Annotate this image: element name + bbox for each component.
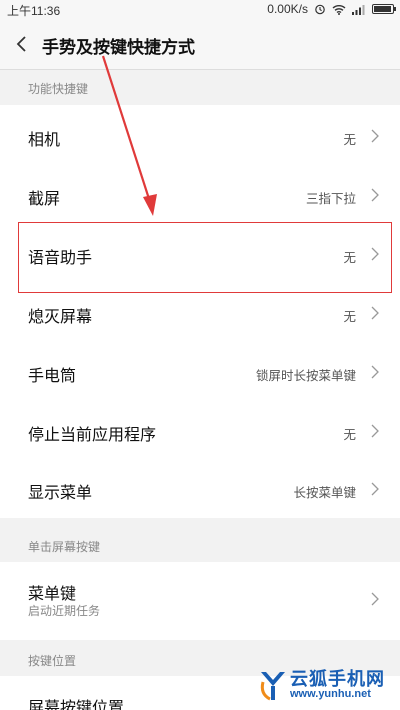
row-label: 停止当前应用程序	[28, 427, 157, 444]
status-time: 上午11:36	[7, 4, 61, 18]
setting-row-camera[interactable]: 相机 无	[0, 106, 400, 165]
page-title: 手势及按键快捷方式	[42, 38, 195, 57]
alarm-icon	[315, 4, 325, 15]
chevron-right-icon	[371, 306, 379, 320]
chevron-right-icon	[371, 424, 379, 438]
chevron-right-icon	[371, 129, 379, 143]
row-label: 相机	[28, 132, 61, 149]
row-label: 截屏	[28, 191, 61, 208]
setting-row-menu-key[interactable]: 菜单键 启动近期任务	[0, 566, 400, 634]
signal-icon	[352, 4, 365, 15]
watermark-url: www.yunhu.net	[290, 688, 371, 700]
row-value: 长按菜单键	[293, 486, 356, 500]
row-value: 三指下拉	[305, 192, 356, 206]
row-label: 语音助手	[28, 250, 93, 267]
row-value: 无	[343, 310, 356, 324]
setting-row-flashlight[interactable]: 手电筒 锁屏时长按菜单键	[0, 342, 400, 401]
chevron-right-icon	[371, 247, 379, 261]
net-speed: 0.00K/s	[267, 2, 308, 16]
setting-row-voice-assistant[interactable]: 语音助手 无	[0, 224, 400, 283]
status-right: 0.00K/s	[267, 2, 396, 16]
row-subtitle: 启动近期任务	[28, 604, 101, 618]
row-value: 无	[343, 428, 356, 442]
chevron-right-icon	[371, 482, 379, 496]
watermark: 云狐手机网 www.yunhu.net	[256, 662, 396, 706]
wifi-icon	[332, 4, 346, 15]
section-header-single-tap: 单击屏幕按键	[28, 540, 101, 554]
row-label: 显示菜单	[28, 485, 93, 502]
row-label: 屏幕按键位置	[28, 700, 125, 710]
row-label: 手电筒	[28, 368, 77, 385]
setting-row-screen-off[interactable]: 熄灭屏幕 无	[0, 283, 400, 342]
chevron-right-icon	[371, 188, 379, 202]
chevron-right-icon	[371, 592, 379, 606]
battery-icon	[372, 4, 396, 14]
section-header-shortcuts: 功能快捷键	[28, 82, 89, 96]
setting-row-screenshot[interactable]: 截屏 三指下拉	[0, 165, 400, 224]
setting-row-show-menu[interactable]: 显示菜单 长按菜单键	[0, 459, 400, 518]
row-value: 锁屏时长按菜单键	[255, 369, 356, 383]
row-value: 无	[343, 133, 356, 147]
row-value: 无	[343, 251, 356, 265]
status-bar: 上午11:36 0.00K/s	[0, 0, 400, 18]
fox-logo-icon	[260, 672, 285, 701]
row-label: 熄灭屏幕	[28, 309, 93, 326]
title-bar: 手势及按键快捷方式	[0, 18, 400, 70]
setting-row-stop-app[interactable]: 停止当前应用程序 无	[0, 401, 400, 460]
row-label: 菜单键	[28, 586, 77, 603]
chevron-right-icon	[371, 365, 379, 379]
back-arrow-icon[interactable]	[12, 32, 32, 56]
